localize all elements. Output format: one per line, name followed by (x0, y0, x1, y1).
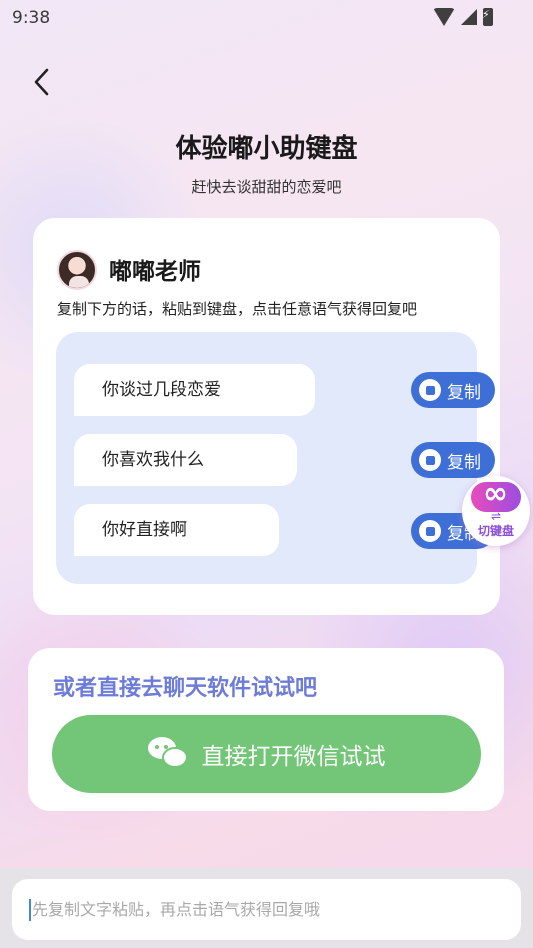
back-button[interactable] (30, 66, 60, 100)
input-bar (0, 868, 533, 948)
copy-label: 复制 (447, 452, 481, 473)
switch-keyboard-button[interactable]: ⇌ 切键盘 (462, 476, 530, 546)
instruction-text: 复制下方的话，粘贴到键盘，点击任意语气获得回复吧 (57, 300, 418, 318)
phrase-row: 你谈过几段恋爱 复制 (74, 364, 495, 416)
copy-icon (419, 449, 441, 471)
phrase-bubble: 你喜欢我什么 (74, 434, 297, 486)
status-time: 9:38 (12, 8, 51, 28)
battery-icon (482, 8, 493, 26)
chat-app-heading: 或者直接去聊天软件试试吧 (53, 676, 318, 701)
copy-button[interactable]: 复制 (411, 372, 495, 408)
open-wechat-button[interactable]: 直接打开微信试试 (52, 715, 481, 793)
page-title: 体验嘟小助键盘 (175, 134, 358, 164)
signal-icon (461, 9, 477, 25)
teacher-name: 嘟嘟老师 (109, 259, 201, 285)
copy-button[interactable]: 复制 (411, 442, 495, 478)
phrase-bubble: 你好直接啊 (74, 504, 279, 556)
copy-label: 复制 (447, 382, 481, 403)
phrase-list: 你谈过几段恋爱 复制 你喜欢我什么 复制 你好直接啊 复制 (56, 332, 495, 584)
page-subtitle: 赶快去谈甜甜的恋爱吧 (191, 178, 342, 196)
chevron-left-icon (34, 68, 49, 96)
text-cursor (29, 899, 31, 921)
keyboard-logo-icon (471, 476, 521, 512)
chat-app-card: 或者直接去聊天软件试试吧 直接打开微信试试 (28, 648, 504, 811)
phrase-bubble: 你谈过几段恋爱 (74, 364, 315, 416)
copy-icon (419, 379, 441, 401)
avatar (57, 250, 97, 290)
wechat-icon (147, 737, 190, 771)
status-bar: 9:38 (0, 0, 533, 36)
switch-keyboard-label: 切键盘 (477, 524, 514, 538)
wifi-icon (433, 8, 455, 26)
copy-icon (419, 520, 441, 542)
message-input[interactable] (32, 879, 512, 940)
teacher-card: 嘟嘟老师 复制下方的话，粘贴到键盘，点击任意语气获得回复吧 你谈过几段恋爱 复制… (33, 218, 500, 615)
open-wechat-label: 直接打开微信试试 (201, 744, 386, 770)
swap-arrows-icon: ⇌ (490, 509, 502, 523)
phrase-row: 你喜欢我什么 复制 (74, 434, 495, 486)
phrase-row: 你好直接啊 复制 (74, 504, 495, 556)
input-container (12, 879, 521, 940)
